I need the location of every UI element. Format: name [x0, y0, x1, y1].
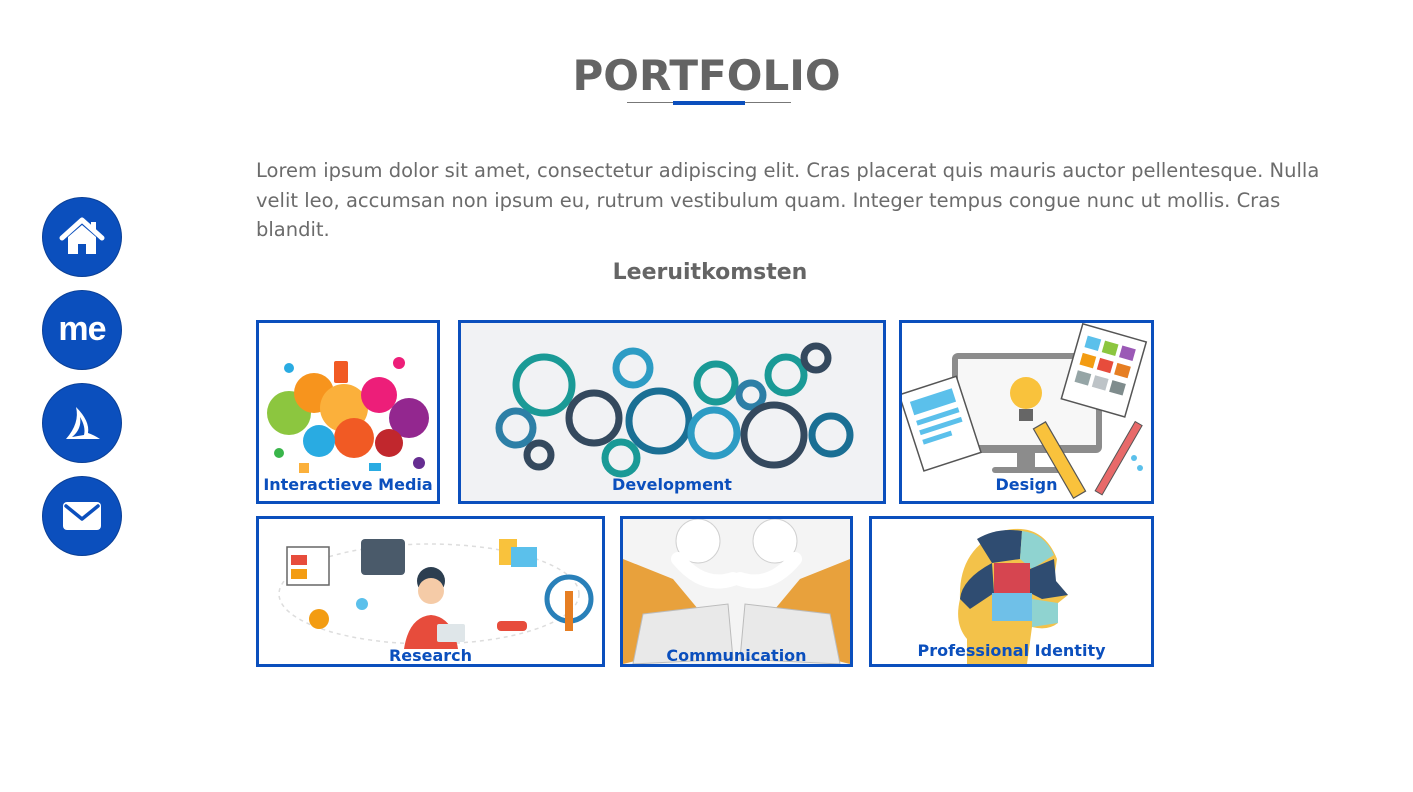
intro-text: Lorem ipsum dolor sit amet, consectetur … — [256, 159, 1320, 241]
me-icon: me — [58, 309, 106, 348]
tile-label: Communication — [666, 646, 807, 665]
about-me-button[interactable]: me — [43, 291, 121, 369]
tile-communication[interactable]: Communication — [620, 516, 853, 667]
tile-label: Development — [612, 475, 732, 494]
research-illustration — [259, 519, 602, 664]
contact-button[interactable] — [43, 477, 121, 555]
sail-logo-icon — [66, 407, 100, 439]
communication-handshake-illustration — [623, 519, 850, 664]
mail-icon — [63, 502, 101, 530]
tile-label: Research — [388, 646, 473, 665]
tile-label: Interactieve Media — [263, 475, 433, 494]
tile-design[interactable]: Design — [899, 320, 1154, 504]
tile-label: Professional Identity — [917, 641, 1106, 660]
tile-research[interactable]: Research — [256, 516, 605, 667]
home-icon — [59, 217, 105, 254]
learning-outcomes-heading: Leeruitkomsten — [612, 260, 808, 285]
portfolio-button[interactable] — [43, 384, 121, 462]
title-underline-accent — [673, 101, 745, 105]
tile-professional-identity[interactable]: Professional Identity — [869, 516, 1154, 667]
tile-label: Design — [995, 475, 1058, 494]
tile-interactieve-media[interactable]: Interactieve Media — [256, 320, 440, 504]
tile-development[interactable]: Development — [458, 320, 886, 504]
page-title: PORTFOLIO — [572, 51, 841, 100]
